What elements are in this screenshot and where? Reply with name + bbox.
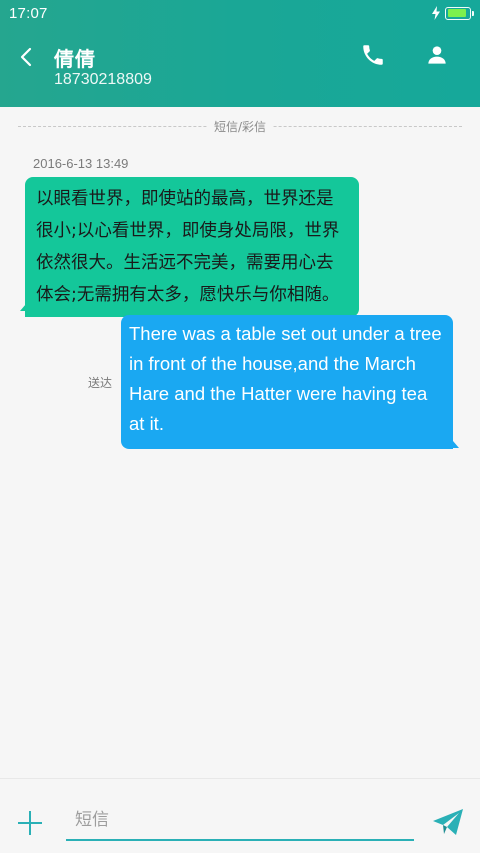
incoming-message-bubble[interactable]: 以眼看世界，即使站的最高，世界还是很小;以心看世界，即使身处局限，世界依然很大。… xyxy=(25,177,359,317)
send-icon xyxy=(433,809,463,835)
send-button[interactable] xyxy=(431,807,465,837)
conversation-header: 17:07 倩倩 18730218809 xyxy=(0,0,480,107)
bolt-icon xyxy=(432,6,440,20)
status-time: 17:07 xyxy=(9,5,48,22)
add-attachment-button[interactable] xyxy=(16,809,44,837)
outgoing-message-bubble[interactable]: There was a table set out under a tree i… xyxy=(121,315,453,449)
channel-label: 短信/彩信 xyxy=(207,118,273,135)
message-composer xyxy=(0,778,480,853)
plus-icon xyxy=(18,811,42,835)
contact-number: 18730218809 xyxy=(54,71,152,88)
back-button[interactable] xyxy=(14,44,40,70)
contact-name: 倩倩 xyxy=(54,47,96,71)
person-icon xyxy=(428,46,446,64)
delivery-status: 送达 xyxy=(88,376,113,390)
call-button[interactable] xyxy=(360,42,386,68)
status-indicators xyxy=(431,6,474,20)
chevron-left-icon xyxy=(20,47,32,67)
status-bar: 17:07 xyxy=(0,0,480,28)
message-input[interactable] xyxy=(66,801,414,841)
message-timestamp: 2016-6-13 13:49 xyxy=(33,156,129,171)
battery-level xyxy=(447,9,466,17)
phone-icon xyxy=(363,45,383,65)
battery-icon xyxy=(445,6,474,20)
channel-divider: 短信/彩信 xyxy=(18,118,462,135)
contact-profile-button[interactable] xyxy=(424,42,450,68)
